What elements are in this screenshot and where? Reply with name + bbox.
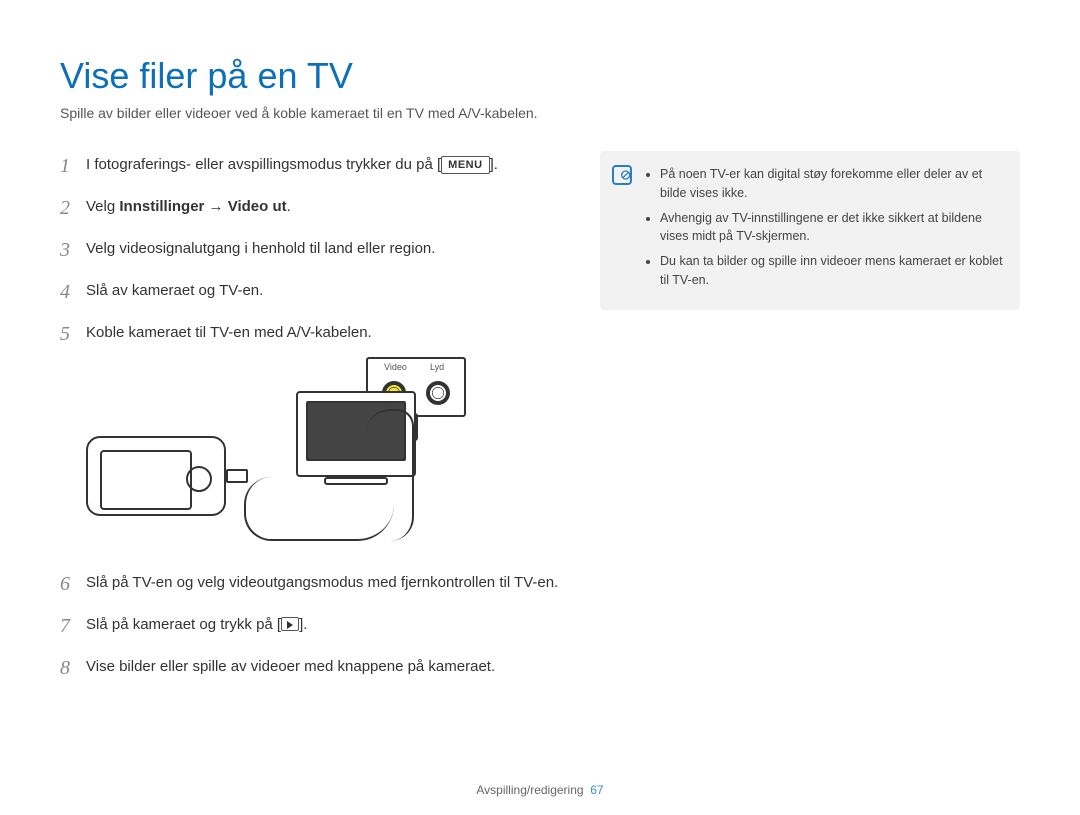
- av-cable-icon: [366, 409, 414, 541]
- step-number: 6: [60, 569, 86, 599]
- step-2: 2 Velg Innstillinger → Video ut.: [60, 193, 560, 223]
- step-3: 3 Velg videosignalutgang i henhold til l…: [60, 235, 560, 265]
- manual-page: Vise filer på en TV Spille av bilder ell…: [0, 0, 1080, 725]
- step-text: I fotograferings- eller avspillingsmodus…: [86, 151, 560, 177]
- step-7-text-a: Slå på kameraet og trykk på [: [86, 616, 281, 633]
- page-number: 67: [590, 783, 603, 797]
- step-text: Slå av kameraet og TV-en.: [86, 277, 560, 303]
- audio-jack-label: Lyd: [430, 362, 444, 372]
- notes-column: På noen TV-er kan digital støy forekomme…: [600, 151, 1020, 695]
- note-item: Du kan ta bilder og spille inn videoer m…: [660, 252, 1004, 290]
- audio-jack-icon: [426, 381, 450, 405]
- step-2-text-c: .: [287, 198, 291, 215]
- note-item: Avhengig av TV-innstillingene er det ikk…: [660, 209, 1004, 247]
- note-list: På noen TV-er kan digital støy forekomme…: [646, 165, 1004, 290]
- step-number: 5: [60, 319, 86, 349]
- step-2-bold: Innstillinger → Video ut: [119, 198, 286, 215]
- step-text: Slå på TV-en og velg videoutgangsmodus m…: [86, 569, 560, 595]
- video-jack-label: Video: [384, 362, 407, 372]
- camera-icon: [86, 436, 226, 516]
- step-5: 5 Koble kameraet til TV-en med A/V-kabel…: [60, 319, 560, 349]
- step-number: 7: [60, 611, 86, 641]
- playback-button-icon: [281, 617, 299, 631]
- footer-section: Avspilling/redigering: [476, 783, 583, 797]
- step-text: Velg videosignalutgang i henhold til lan…: [86, 235, 560, 261]
- step-2-text-a: Velg: [86, 198, 119, 215]
- step-8: 8 Vise bilder eller spille av videoer me…: [60, 653, 560, 683]
- step-4: 4 Slå av kameraet og TV-en.: [60, 277, 560, 307]
- page-subtitle: Spille av bilder eller videoer ved å kob…: [60, 105, 1020, 121]
- page-footer: Avspilling/redigering 67: [0, 783, 1080, 797]
- steps-column: 1 I fotograferings- eller avspillingsmod…: [60, 151, 560, 695]
- camera-av-plug-icon: [226, 469, 248, 483]
- step-text: Velg Innstillinger → Video ut.: [86, 193, 560, 219]
- step-7-text-b: ].: [299, 616, 307, 633]
- note-icon: [612, 165, 632, 185]
- step-number: 3: [60, 235, 86, 265]
- connection-diagram: Video Lyd: [86, 361, 466, 551]
- page-title: Vise filer på en TV: [60, 55, 1020, 97]
- info-note-box: På noen TV-er kan digital støy forekomme…: [600, 151, 1020, 310]
- step-number: 4: [60, 277, 86, 307]
- step-1-text-b: ].: [490, 156, 498, 173]
- content-columns: 1 I fotograferings- eller avspillingsmod…: [60, 151, 1020, 695]
- step-text: Vise bilder eller spille av videoer med …: [86, 653, 560, 679]
- step-number: 2: [60, 193, 86, 223]
- step-6: 6 Slå på TV-en og velg videoutgangsmodus…: [60, 569, 560, 599]
- step-1-text-a: I fotograferings- eller avspillingsmodus…: [86, 156, 441, 173]
- step-text: Koble kameraet til TV-en med A/V-kabelen…: [86, 319, 560, 345]
- menu-button-label: MENU: [441, 156, 489, 174]
- step-7: 7 Slå på kameraet og trykk på [].: [60, 611, 560, 641]
- step-number: 8: [60, 653, 86, 683]
- step-number: 1: [60, 151, 86, 181]
- step-1: 1 I fotograferings- eller avspillingsmod…: [60, 151, 560, 181]
- note-item: På noen TV-er kan digital støy forekomme…: [660, 165, 1004, 203]
- step-text: Slå på kameraet og trykk på [].: [86, 611, 560, 637]
